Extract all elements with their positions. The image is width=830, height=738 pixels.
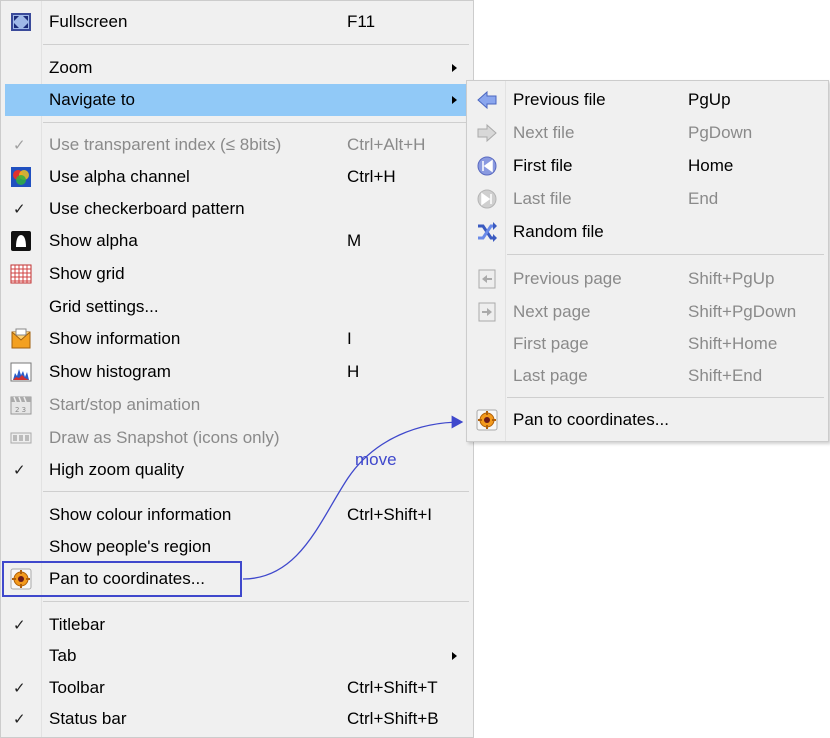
- annotation-move-arrow: [242, 415, 464, 580]
- annotation-move-label: move: [355, 450, 397, 469]
